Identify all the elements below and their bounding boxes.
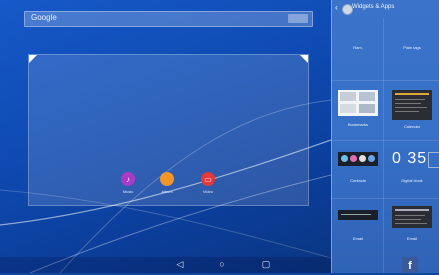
navigation-bar: ◁ ○ ▢ xyxy=(0,257,331,273)
app-label: Video xyxy=(202,189,214,194)
recents-icon[interactable]: ▢ xyxy=(258,259,274,270)
widget-label: Ram. xyxy=(353,45,363,50)
video-icon: ▭ xyxy=(201,172,215,186)
panel-header: ‹ Widgets & Apps xyxy=(332,0,439,18)
widgets-apps-panel: ‹ Widgets & Apps Ram. Plain tags Bookmar… xyxy=(331,0,439,273)
resize-handle-top-right[interactable] xyxy=(300,55,308,63)
facebook-icon[interactable]: f xyxy=(402,257,418,273)
app-music[interactable]: ♪ Music xyxy=(115,172,141,194)
widget-label: Calendar xyxy=(403,124,421,129)
back-chevron-icon[interactable]: ‹ xyxy=(335,3,338,12)
panel-row-divider xyxy=(331,198,439,199)
back-icon[interactable]: ◁ xyxy=(172,259,188,270)
widget-label: Digital clock xyxy=(401,178,423,183)
app-label: Music xyxy=(122,189,134,194)
home-icon[interactable]: ○ xyxy=(214,259,230,269)
panel-title: Widgets & Apps xyxy=(352,4,395,10)
music-icon: ♪ xyxy=(121,172,135,186)
widget-label: Plain tags xyxy=(403,45,421,50)
widget-label: Contacts xyxy=(350,178,366,183)
panel-row-divider xyxy=(331,80,439,81)
widget-label: Email xyxy=(352,236,363,241)
widget-label: Bookmarks xyxy=(347,122,368,127)
resize-handle-top-left[interactable] xyxy=(29,55,37,63)
panel-divider xyxy=(383,18,384,273)
search-label: Google xyxy=(31,13,57,22)
bookmarks-thumbnail xyxy=(338,90,378,116)
email-list-thumbnail xyxy=(392,206,432,228)
search-voice-button[interactable] xyxy=(288,14,308,23)
google-search-bar[interactable]: Google xyxy=(24,11,313,27)
digital-clock-text: 0 35 xyxy=(392,150,428,167)
home-screen: Google ♪ Music Album ▭ Video ◁ ○ ▢ xyxy=(0,0,331,273)
app-label: Album xyxy=(161,189,173,194)
widget-label: Email xyxy=(406,236,417,241)
contacts-thumbnail xyxy=(338,152,378,166)
app-album[interactable]: Album xyxy=(154,172,180,194)
album-icon xyxy=(160,172,174,186)
calendar-thumbnail xyxy=(392,90,432,120)
app-video[interactable]: ▭ Video xyxy=(195,172,221,194)
email-thumbnail xyxy=(338,210,378,220)
clock-box-icon xyxy=(428,152,439,168)
panel-row-divider xyxy=(331,140,439,141)
